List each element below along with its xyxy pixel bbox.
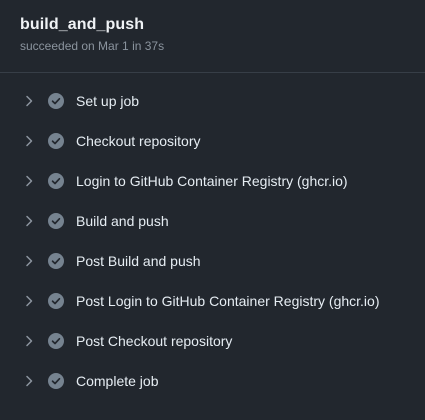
job-panel: build_and_push succeeded on Mar 1 in 37s… <box>0 0 425 420</box>
check-circle-icon <box>48 333 64 349</box>
step-row[interactable]: Login to GitHub Container Registry (ghcr… <box>0 161 425 201</box>
chevron-right-icon[interactable] <box>21 293 37 309</box>
job-title: build_and_push <box>20 16 145 33</box>
step-label: Post Checkout repository <box>76 333 233 349</box>
chevron-right-icon[interactable] <box>21 93 37 109</box>
check-circle-icon <box>48 213 64 229</box>
chevron-right-icon[interactable] <box>21 253 37 269</box>
step-row[interactable]: Checkout repository <box>0 121 425 161</box>
check-circle-icon <box>48 173 64 189</box>
step-label: Post Build and push <box>76 253 201 269</box>
chevron-right-icon[interactable] <box>21 373 37 389</box>
chevron-right-icon[interactable] <box>21 213 37 229</box>
chevron-right-icon[interactable] <box>21 333 37 349</box>
step-label: Set up job <box>76 93 140 109</box>
chevron-right-icon[interactable] <box>21 133 37 149</box>
step-label: Post Login to GitHub Container Registry … <box>76 293 380 309</box>
check-circle-icon <box>48 293 64 309</box>
step-row[interactable]: Set up job <box>0 81 425 121</box>
step-row[interactable]: Complete job <box>0 361 425 401</box>
step-list: Set up job Checkout repository Login to Gi… <box>0 73 425 401</box>
check-circle-icon <box>48 133 64 149</box>
step-label: Build and push <box>76 213 169 229</box>
step-row[interactable]: Post Checkout repository <box>0 321 425 361</box>
check-circle-icon <box>48 93 64 109</box>
step-label: Login to GitHub Container Registry (ghcr… <box>76 173 348 189</box>
job-status-text: succeeded on Mar 1 in 37s <box>20 39 165 53</box>
check-circle-icon <box>48 373 64 389</box>
step-row[interactable]: Post Build and push <box>0 241 425 281</box>
step-row[interactable]: Build and push <box>0 201 425 241</box>
job-header: build_and_push succeeded on Mar 1 in 37s <box>0 0 425 73</box>
step-label: Complete job <box>76 373 159 389</box>
chevron-right-icon[interactable] <box>21 173 37 189</box>
check-circle-icon <box>48 253 64 269</box>
step-label: Checkout repository <box>76 133 201 149</box>
step-row[interactable]: Post Login to GitHub Container Registry … <box>0 281 425 321</box>
